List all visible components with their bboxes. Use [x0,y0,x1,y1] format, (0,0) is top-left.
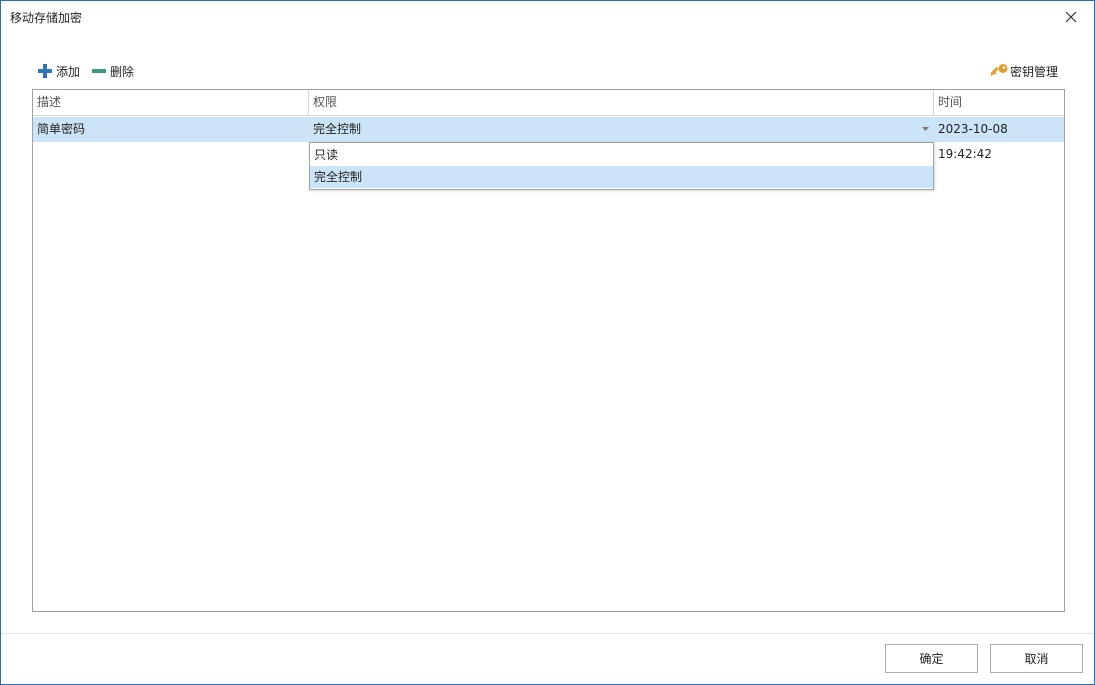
permission-dropdown-button[interactable] [919,117,933,142]
footer-divider [1,633,1094,634]
key-manage-label: 密钥管理 [1010,64,1059,79]
minus-icon [91,63,107,79]
add-label: 添加 [56,64,81,79]
close-icon [1065,11,1077,23]
ok-button[interactable]: 确定 [885,644,978,673]
dropdown-option-readonly[interactable]: 只读 [310,144,933,166]
close-button[interactable] [1048,1,1094,33]
permission-combo[interactable]: 完全控制 [309,117,919,142]
add-button[interactable]: 添加 [37,61,80,81]
column-header-description[interactable]: 描述 [33,90,309,115]
key-icon [989,63,1008,79]
window-title: 移动存储加密 [10,11,83,25]
dropdown-option-full-control[interactable]: 完全控制 [310,166,933,188]
table-row[interactable]: 简单密码 完全控制 2023-10-08 19:42:42 [33,117,1064,161]
column-header-time[interactable]: 时间 [934,90,1064,115]
delete-button[interactable]: 删除 [91,61,134,81]
title-bar: 移动存储加密 [1,1,1094,33]
grid-header: 描述 权限 时间 [33,90,1064,116]
row-time[interactable]: 2023-10-08 19:42:42 [934,117,1064,161]
dialog-window: 移动存储加密 添加 删除 密钥管理 描述 权限 时间 简单密码 完全控制 202… [0,0,1095,685]
row-description[interactable]: 简单密码 [33,117,309,142]
column-header-permission[interactable]: 权限 [309,90,934,115]
key-manage-button[interactable]: 密钥管理 [989,61,1059,81]
dropdown-arrow-icon [922,127,929,131]
permission-dropdown-list: 只读 完全控制 [309,142,934,190]
cancel-button[interactable]: 取消 [990,644,1083,673]
delete-label: 删除 [110,64,135,79]
plus-icon [37,63,53,79]
